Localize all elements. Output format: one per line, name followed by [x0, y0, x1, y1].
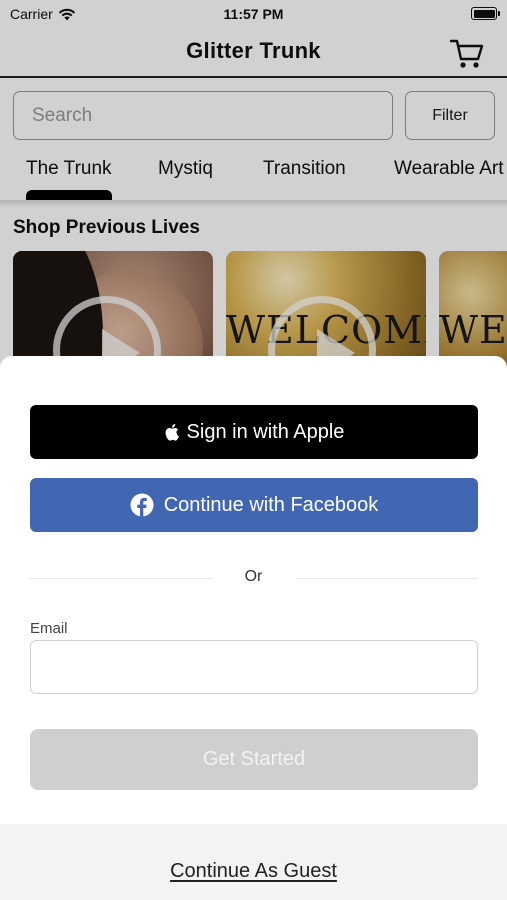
apple-button-label: Sign in with Apple: [186, 420, 345, 443]
sign-in-with-apple-button[interactable]: Sign in with Apple: [30, 405, 478, 459]
divider-line: [296, 578, 478, 579]
guest-footer: Continue As Guest: [0, 824, 507, 900]
continue-as-guest-link[interactable]: Continue As Guest: [0, 860, 507, 883]
facebook-icon: [130, 493, 154, 517]
email-label: Email: [30, 620, 68, 637]
continue-with-facebook-button[interactable]: Continue with Facebook: [30, 478, 478, 532]
facebook-button-label: Continue with Facebook: [163, 493, 379, 516]
email-field[interactable]: [30, 640, 478, 694]
get-started-button[interactable]: Get Started: [30, 729, 478, 790]
apple-icon: [165, 424, 179, 441]
sign-in-sheet: Sign in with Apple Continue with Faceboo…: [0, 356, 507, 900]
divider-or: Or: [244, 568, 263, 585]
